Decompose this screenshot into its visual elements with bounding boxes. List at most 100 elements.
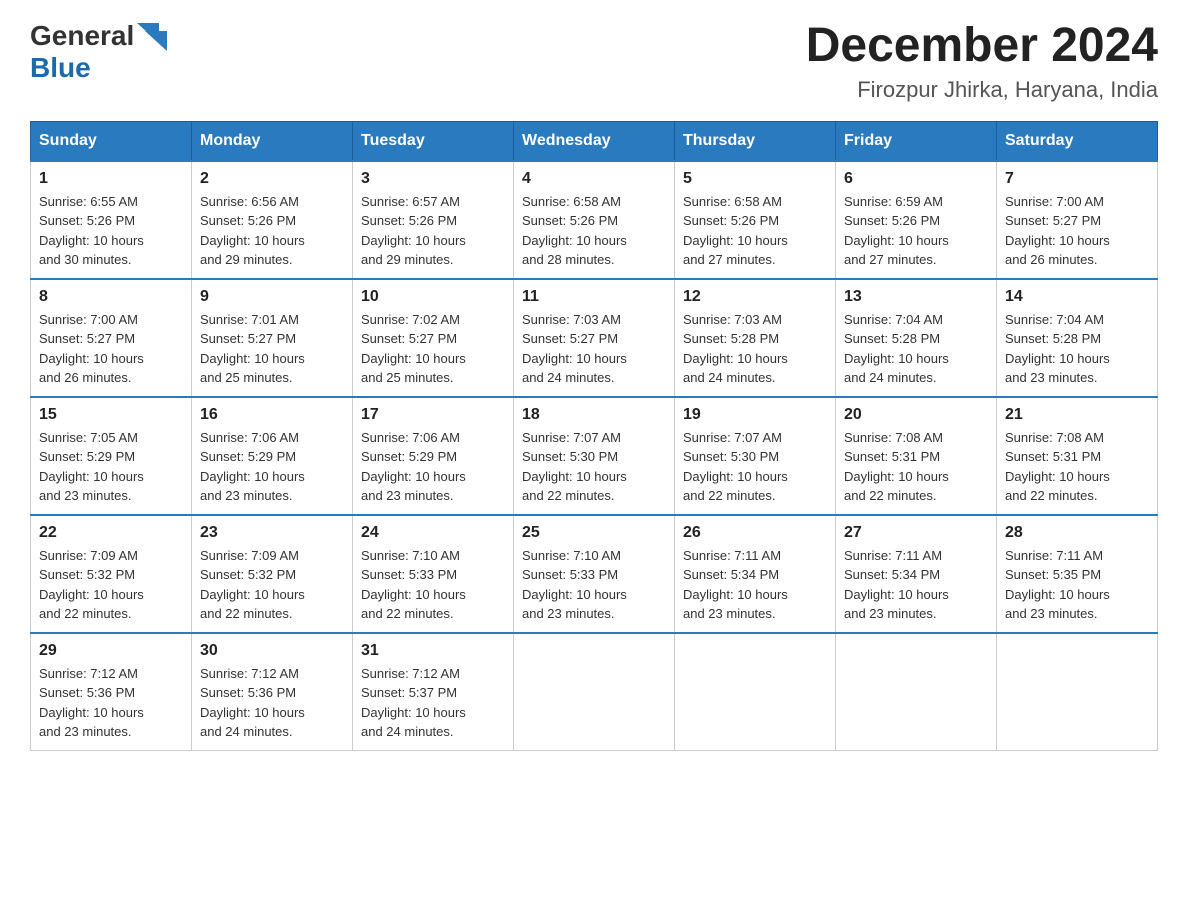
calendar-week-row: 1 Sunrise: 6:55 AMSunset: 5:26 PMDayligh… [31, 161, 1158, 279]
day-number: 12 [683, 288, 827, 306]
calendar-cell: 5 Sunrise: 6:58 AMSunset: 5:26 PMDayligh… [675, 161, 836, 279]
day-number: 8 [39, 288, 183, 306]
day-number: 18 [522, 406, 666, 424]
day-info: Sunrise: 7:03 AMSunset: 5:27 PMDaylight:… [522, 312, 627, 386]
day-info: Sunrise: 6:58 AMSunset: 5:26 PMDaylight:… [522, 194, 627, 268]
calendar-cell: 8 Sunrise: 7:00 AMSunset: 5:27 PMDayligh… [31, 279, 192, 397]
day-number: 27 [844, 524, 988, 542]
calendar-cell: 26 Sunrise: 7:11 AMSunset: 5:34 PMDaylig… [675, 515, 836, 633]
calendar-cell: 4 Sunrise: 6:58 AMSunset: 5:26 PMDayligh… [514, 161, 675, 279]
calendar-cell: 22 Sunrise: 7:09 AMSunset: 5:32 PMDaylig… [31, 515, 192, 633]
day-number: 11 [522, 288, 666, 306]
calendar-week-row: 15 Sunrise: 7:05 AMSunset: 5:29 PMDaylig… [31, 397, 1158, 515]
calendar-cell: 29 Sunrise: 7:12 AMSunset: 5:36 PMDaylig… [31, 633, 192, 751]
calendar-cell [675, 633, 836, 751]
logo-text-blue: Blue [30, 52, 91, 83]
day-info: Sunrise: 6:56 AMSunset: 5:26 PMDaylight:… [200, 194, 305, 268]
header-sunday: Sunday [31, 121, 192, 161]
calendar-cell: 24 Sunrise: 7:10 AMSunset: 5:33 PMDaylig… [353, 515, 514, 633]
day-info: Sunrise: 7:03 AMSunset: 5:28 PMDaylight:… [683, 312, 788, 386]
calendar-cell: 13 Sunrise: 7:04 AMSunset: 5:28 PMDaylig… [836, 279, 997, 397]
day-number: 4 [522, 170, 666, 188]
day-info: Sunrise: 7:06 AMSunset: 5:29 PMDaylight:… [361, 430, 466, 504]
day-info: Sunrise: 7:12 AMSunset: 5:37 PMDaylight:… [361, 666, 466, 740]
day-number: 2 [200, 170, 344, 188]
calendar-cell: 10 Sunrise: 7:02 AMSunset: 5:27 PMDaylig… [353, 279, 514, 397]
day-info: Sunrise: 7:04 AMSunset: 5:28 PMDaylight:… [1005, 312, 1110, 386]
day-info: Sunrise: 6:57 AMSunset: 5:26 PMDaylight:… [361, 194, 466, 268]
day-number: 31 [361, 642, 505, 660]
day-number: 5 [683, 170, 827, 188]
day-info: Sunrise: 7:04 AMSunset: 5:28 PMDaylight:… [844, 312, 949, 386]
calendar-cell: 9 Sunrise: 7:01 AMSunset: 5:27 PMDayligh… [192, 279, 353, 397]
header-monday: Monday [192, 121, 353, 161]
day-info: Sunrise: 7:11 AMSunset: 5:34 PMDaylight:… [844, 548, 949, 622]
location-subtitle: Firozpur Jhirka, Haryana, India [806, 77, 1158, 103]
day-info: Sunrise: 6:58 AMSunset: 5:26 PMDaylight:… [683, 194, 788, 268]
day-info: Sunrise: 7:06 AMSunset: 5:29 PMDaylight:… [200, 430, 305, 504]
day-info: Sunrise: 7:07 AMSunset: 5:30 PMDaylight:… [683, 430, 788, 504]
day-info: Sunrise: 7:00 AMSunset: 5:27 PMDaylight:… [1005, 194, 1110, 268]
day-info: Sunrise: 7:09 AMSunset: 5:32 PMDaylight:… [39, 548, 144, 622]
month-year-title: December 2024 [806, 20, 1158, 73]
day-number: 14 [1005, 288, 1149, 306]
calendar-cell: 17 Sunrise: 7:06 AMSunset: 5:29 PMDaylig… [353, 397, 514, 515]
day-info: Sunrise: 7:01 AMSunset: 5:27 PMDaylight:… [200, 312, 305, 386]
day-number: 19 [683, 406, 827, 424]
calendar-cell: 27 Sunrise: 7:11 AMSunset: 5:34 PMDaylig… [836, 515, 997, 633]
header-friday: Friday [836, 121, 997, 161]
day-info: Sunrise: 6:59 AMSunset: 5:26 PMDaylight:… [844, 194, 949, 268]
calendar-week-row: 8 Sunrise: 7:00 AMSunset: 5:27 PMDayligh… [31, 279, 1158, 397]
calendar-cell: 15 Sunrise: 7:05 AMSunset: 5:29 PMDaylig… [31, 397, 192, 515]
calendar-cell: 18 Sunrise: 7:07 AMSunset: 5:30 PMDaylig… [514, 397, 675, 515]
header-tuesday: Tuesday [353, 121, 514, 161]
day-number: 26 [683, 524, 827, 542]
day-info: Sunrise: 7:08 AMSunset: 5:31 PMDaylight:… [1005, 430, 1110, 504]
day-number: 15 [39, 406, 183, 424]
day-info: Sunrise: 7:10 AMSunset: 5:33 PMDaylight:… [522, 548, 627, 622]
calendar-cell: 19 Sunrise: 7:07 AMSunset: 5:30 PMDaylig… [675, 397, 836, 515]
day-number: 29 [39, 642, 183, 660]
calendar-cell: 14 Sunrise: 7:04 AMSunset: 5:28 PMDaylig… [997, 279, 1158, 397]
calendar-cell: 31 Sunrise: 7:12 AMSunset: 5:37 PMDaylig… [353, 633, 514, 751]
header-saturday: Saturday [997, 121, 1158, 161]
day-number: 13 [844, 288, 988, 306]
calendar-cell: 2 Sunrise: 6:56 AMSunset: 5:26 PMDayligh… [192, 161, 353, 279]
calendar-cell: 3 Sunrise: 6:57 AMSunset: 5:26 PMDayligh… [353, 161, 514, 279]
day-number: 9 [200, 288, 344, 306]
calendar-table: SundayMondayTuesdayWednesdayThursdayFrid… [30, 121, 1158, 751]
calendar-cell: 7 Sunrise: 7:00 AMSunset: 5:27 PMDayligh… [997, 161, 1158, 279]
calendar-cell: 12 Sunrise: 7:03 AMSunset: 5:28 PMDaylig… [675, 279, 836, 397]
calendar-cell: 23 Sunrise: 7:09 AMSunset: 5:32 PMDaylig… [192, 515, 353, 633]
day-info: Sunrise: 7:08 AMSunset: 5:31 PMDaylight:… [844, 430, 949, 504]
day-info: Sunrise: 7:10 AMSunset: 5:33 PMDaylight:… [361, 548, 466, 622]
calendar-cell: 25 Sunrise: 7:10 AMSunset: 5:33 PMDaylig… [514, 515, 675, 633]
day-number: 6 [844, 170, 988, 188]
header-thursday: Thursday [675, 121, 836, 161]
calendar-cell: 16 Sunrise: 7:06 AMSunset: 5:29 PMDaylig… [192, 397, 353, 515]
day-number: 22 [39, 524, 183, 542]
day-number: 16 [200, 406, 344, 424]
day-number: 28 [1005, 524, 1149, 542]
title-area: December 2024 Firozpur Jhirka, Haryana, … [806, 20, 1158, 103]
day-info: Sunrise: 7:09 AMSunset: 5:32 PMDaylight:… [200, 548, 305, 622]
day-info: Sunrise: 7:00 AMSunset: 5:27 PMDaylight:… [39, 312, 144, 386]
page-header: General Blue December 2024 Firozpur Jhir… [30, 20, 1158, 103]
logo-text-general: General [30, 20, 134, 52]
day-number: 7 [1005, 170, 1149, 188]
calendar-cell [514, 633, 675, 751]
day-info: Sunrise: 7:11 AMSunset: 5:35 PMDaylight:… [1005, 548, 1110, 622]
day-info: Sunrise: 7:11 AMSunset: 5:34 PMDaylight:… [683, 548, 788, 622]
calendar-cell: 21 Sunrise: 7:08 AMSunset: 5:31 PMDaylig… [997, 397, 1158, 515]
day-number: 3 [361, 170, 505, 188]
logo: General Blue [30, 20, 167, 84]
day-number: 25 [522, 524, 666, 542]
calendar-cell [836, 633, 997, 751]
day-info: Sunrise: 7:05 AMSunset: 5:29 PMDaylight:… [39, 430, 144, 504]
calendar-week-row: 22 Sunrise: 7:09 AMSunset: 5:32 PMDaylig… [31, 515, 1158, 633]
day-number: 17 [361, 406, 505, 424]
day-info: Sunrise: 7:02 AMSunset: 5:27 PMDaylight:… [361, 312, 466, 386]
day-info: Sunrise: 7:07 AMSunset: 5:30 PMDaylight:… [522, 430, 627, 504]
calendar-cell [997, 633, 1158, 751]
calendar-week-row: 29 Sunrise: 7:12 AMSunset: 5:36 PMDaylig… [31, 633, 1158, 751]
